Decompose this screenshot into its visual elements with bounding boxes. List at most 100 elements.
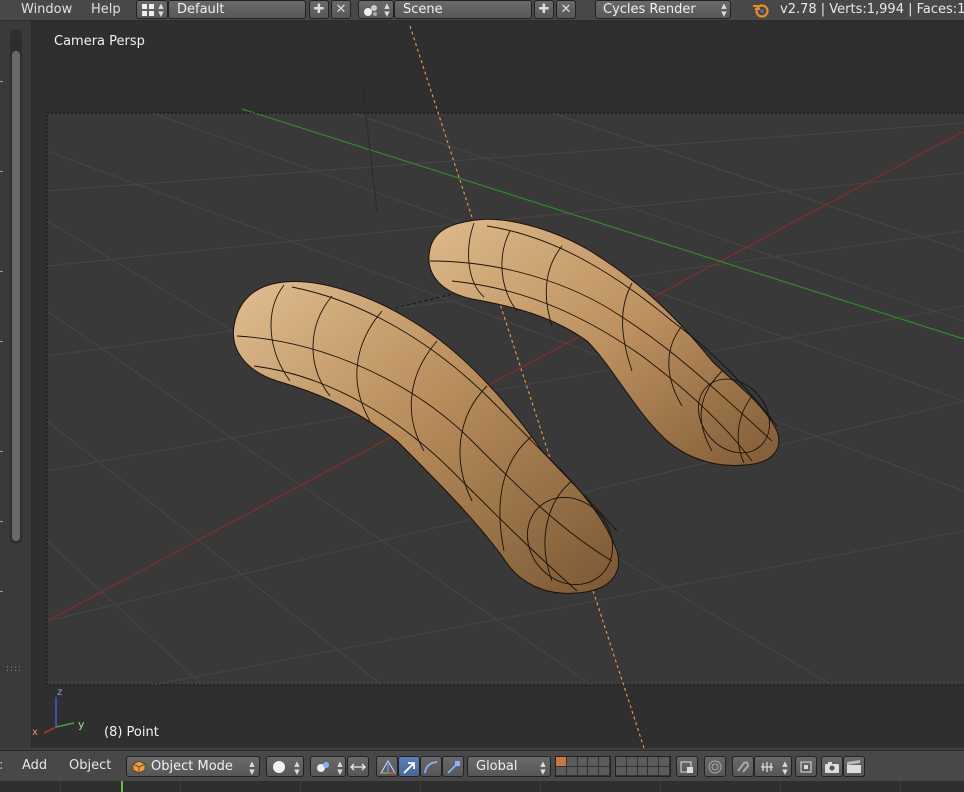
gizmo-x-label: x <box>32 727 38 738</box>
viewport-canvas[interactable] <box>32 21 964 748</box>
layer-2[interactable] <box>566 757 578 767</box>
scene-icon <box>364 5 377 16</box>
resize-grip-icon[interactable]: :::: <box>6 664 22 674</box>
snap-target-button[interactable] <box>795 756 817 777</box>
layer-16[interactable] <box>616 766 627 776</box>
add-layout-button[interactable]: ✚ <box>309 0 329 19</box>
scene-name: Scene <box>403 2 443 17</box>
menu-window[interactable]: Window <box>21 1 72 19</box>
arrow-translate-icon <box>403 762 415 774</box>
scene-layers-group-2[interactable] <box>615 756 671 777</box>
info-header: Window Help ▲ ▼ Default ✚ ✕ ▲ ▼ Scene ✚ ✕ … <box>0 0 964 21</box>
timeline-tick <box>180 781 181 792</box>
screen-layout-icon-button[interactable]: ▲ ▼ <box>136 0 168 19</box>
render-image-button[interactable] <box>821 756 843 777</box>
scene-layers-group-1[interactable] <box>555 756 611 777</box>
blender-logo-icon <box>753 4 769 18</box>
orientation-label: Global <box>476 759 518 774</box>
manipulator-toggle-button[interactable] <box>376 756 398 777</box>
layer-5[interactable] <box>599 757 610 767</box>
toolshelf-scrollbar-thumb[interactable] <box>12 51 20 541</box>
timeline-tick <box>900 781 901 792</box>
plus-icon: ✚ <box>538 2 550 17</box>
timeline-tick <box>660 781 661 792</box>
updown-arrows-icon: ▲ ▼ <box>384 2 390 18</box>
timeline-strip[interactable] <box>0 781 964 792</box>
timeline-tick <box>420 781 421 792</box>
scene-field[interactable]: Scene <box>394 0 532 19</box>
shading-dropdown[interactable]: ▲ ▼ <box>266 756 304 777</box>
layer-17[interactable] <box>626 766 638 776</box>
updown-arrows-icon: ▲ ▼ <box>337 760 343 776</box>
tab-divider <box>0 591 3 592</box>
menu-object[interactable]: Object <box>69 757 111 775</box>
current-frame-cursor[interactable] <box>121 781 123 792</box>
timeline-tick <box>60 781 61 792</box>
toolshelf-collapsed[interactable]: :::: <box>0 21 32 748</box>
scene-stats: v2.78 | Verts:1,994 | Faces:1,9 <box>780 2 964 17</box>
timeline-tick <box>780 781 781 792</box>
translate-manipulator-button[interactable] <box>398 756 420 777</box>
snap-toggle-button[interactable] <box>732 756 754 777</box>
delete-layout-button[interactable]: ✕ <box>331 0 351 19</box>
snap-element-dropdown[interactable]: ▲ ▼ <box>754 756 792 777</box>
layer-12[interactable] <box>566 766 578 776</box>
mode-dropdown[interactable]: Object Mode ▲ ▼ <box>126 756 260 777</box>
clapperboard-icon <box>847 760 861 773</box>
menu-view-partial[interactable]: : <box>0 757 3 775</box>
magnet-icon <box>737 761 750 773</box>
camera-frame-area <box>47 113 964 685</box>
tab-divider <box>0 171 3 172</box>
layer-7[interactable] <box>626 757 638 767</box>
layer-6[interactable] <box>616 757 627 767</box>
tab-divider <box>0 451 3 452</box>
render-engine-dropdown[interactable]: Cycles Render ▲ ▼ <box>595 0 731 19</box>
screen-layout-field[interactable]: Default <box>168 0 306 19</box>
updown-arrows-icon: ▲ ▼ <box>294 760 300 776</box>
add-scene-button[interactable]: ✚ <box>534 0 554 19</box>
proportional-circle-icon <box>708 760 722 774</box>
lock-camera-layers-button[interactable] <box>676 756 698 777</box>
snap-target-icon <box>800 761 812 773</box>
proportional-editing-button[interactable] <box>704 756 726 777</box>
3d-viewport[interactable]: Camera Persp z y x (8) Point <box>32 21 964 748</box>
manipulate-center-button[interactable] <box>347 756 369 777</box>
updown-arrows-icon: ▲ ▼ <box>249 760 255 776</box>
scale-manipulator-button[interactable] <box>442 756 464 777</box>
layer-18[interactable] <box>637 766 649 776</box>
menu-help[interactable]: Help <box>91 1 121 19</box>
camera-render-icon <box>825 762 839 773</box>
layer-1[interactable] <box>556 757 567 767</box>
scene-icon-button[interactable]: ▲ ▼ <box>358 0 394 19</box>
layer-14[interactable] <box>588 766 600 776</box>
layer-11[interactable] <box>556 766 567 776</box>
layer-9[interactable] <box>648 757 660 767</box>
mode-label: Object Mode <box>151 759 233 774</box>
layer-10[interactable] <box>659 757 670 767</box>
menu-add[interactable]: Add <box>22 757 47 775</box>
active-object-info: (8) Point <box>104 725 159 740</box>
layer-20[interactable] <box>659 766 670 776</box>
layer-19[interactable] <box>648 766 660 776</box>
rotate-manipulator-button[interactable] <box>420 756 442 777</box>
layer-13[interactable] <box>577 766 589 776</box>
screen-layout-name: Default <box>177 2 225 17</box>
tab-divider <box>0 271 3 272</box>
layer-3[interactable] <box>577 757 589 767</box>
scale-arrow-icon <box>447 761 460 774</box>
layer-4[interactable] <box>588 757 600 767</box>
delete-scene-button[interactable]: ✕ <box>556 0 576 19</box>
snap-increment-icon <box>761 762 773 772</box>
render-animation-button[interactable] <box>843 756 865 777</box>
transform-orientation-dropdown[interactable]: Global ▲ ▼ <box>467 756 551 777</box>
viewport-header: : Add Object Object Mode ▲▼ ▲▼ ▲▼ <box>0 750 964 781</box>
updown-arrows-icon: ▲ ▼ <box>721 2 727 18</box>
layer-8[interactable] <box>637 757 649 767</box>
timeline-tick <box>300 781 301 792</box>
close-icon: ✕ <box>560 2 572 17</box>
object-mode-cube-icon <box>132 760 146 774</box>
layer-15[interactable] <box>599 766 610 776</box>
pivot-point-dropdown[interactable]: ▲ ▼ <box>310 756 346 777</box>
solid-shading-icon <box>273 761 285 773</box>
center-points-icon <box>350 763 366 771</box>
